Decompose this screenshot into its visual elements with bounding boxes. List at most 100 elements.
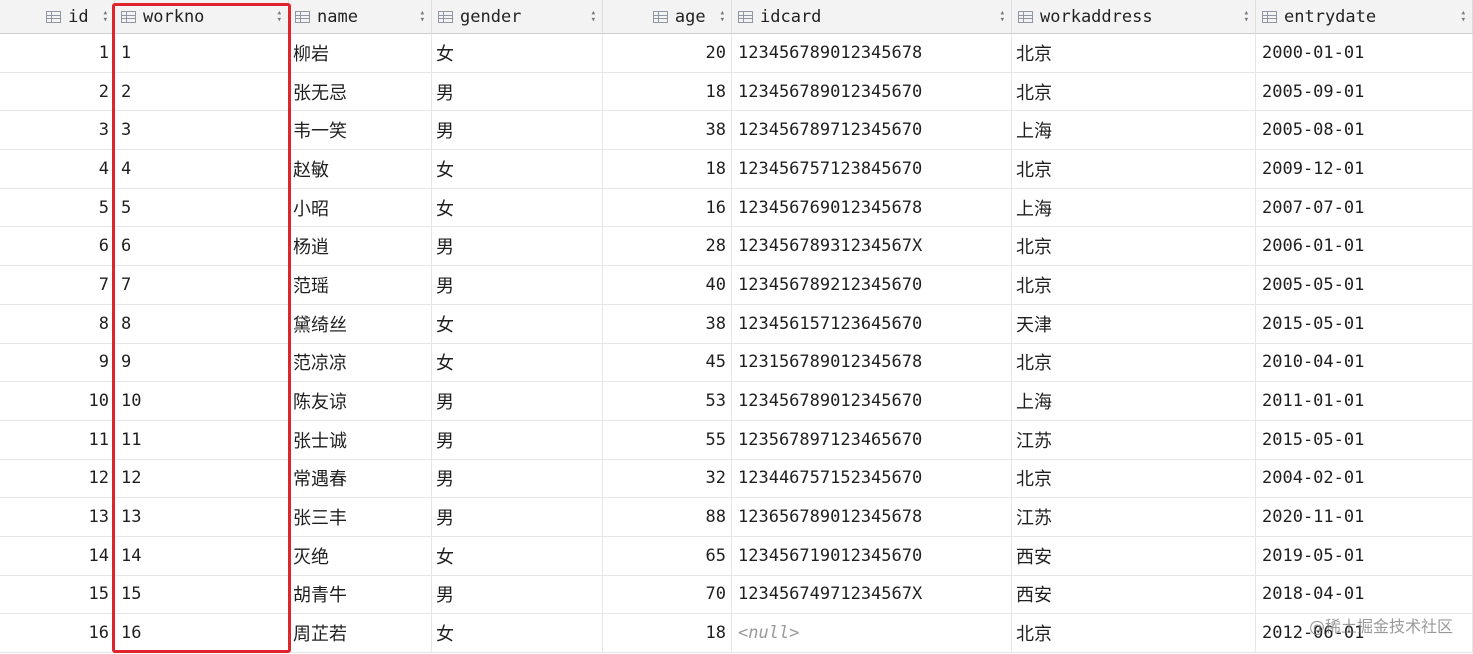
cell-id[interactable]: 3	[0, 111, 115, 151]
cell-id[interactable]: 7	[0, 266, 115, 305]
cell-entrydate[interactable]: 2005-05-01	[1256, 266, 1473, 305]
cell-gender[interactable]: 男	[432, 266, 603, 305]
cell-gender[interactable]: 男	[432, 227, 603, 267]
cell-id[interactable]: 8	[0, 304, 115, 344]
cell-id[interactable]: 4	[0, 150, 115, 189]
cell-workno[interactable]: 11	[115, 420, 289, 460]
cell-entrydate[interactable]: 2015-05-01	[1256, 420, 1473, 460]
cell-idcard[interactable]: 123656789012345678	[732, 498, 1012, 537]
cell-name[interactable]: 张三丰	[289, 498, 432, 537]
cell-gender[interactable]: 男	[432, 72, 603, 112]
cell-entrydate[interactable]: 2011-01-01	[1256, 382, 1473, 421]
cell-workno[interactable]: 13	[115, 498, 289, 537]
cell-idcard[interactable]: 123456719012345670	[732, 536, 1012, 576]
cell-name[interactable]: 小昭	[289, 188, 432, 228]
sort-arrows-icon[interactable]: ▴ ▾	[1455, 8, 1466, 24]
cell-name[interactable]: 周芷若	[289, 614, 432, 653]
cell-workno[interactable]: 10	[115, 382, 289, 421]
cell-idcard[interactable]: <null>	[732, 614, 1012, 653]
cell-name[interactable]: 赵敏	[289, 150, 432, 189]
cell-workno[interactable]: 12	[115, 459, 289, 499]
sort-arrows-icon[interactable]: ▴ ▾	[414, 8, 425, 24]
column-header-idcard[interactable]: idcard ▴ ▾	[732, 0, 1012, 34]
cell-name[interactable]: 范凉凉	[289, 343, 432, 383]
cell-idcard[interactable]: 123567897123465670	[732, 420, 1012, 460]
cell-entrydate[interactable]: 2009-12-01	[1256, 150, 1473, 189]
cell-id[interactable]: 2	[0, 72, 115, 112]
cell-entrydate[interactable]: 2005-08-01	[1256, 111, 1473, 151]
cell-idcard[interactable]: 12345678931234567X	[732, 227, 1012, 267]
cell-idcard[interactable]: 123456789012345670	[732, 382, 1012, 421]
cell-name[interactable]: 胡青牛	[289, 575, 432, 615]
cell-workaddress[interactable]: 上海	[1012, 382, 1256, 421]
cell-name[interactable]: 黛绮丝	[289, 304, 432, 344]
sort-arrows-icon[interactable]: ▴ ▾	[271, 8, 282, 24]
cell-age[interactable]: 18	[603, 72, 732, 112]
column-header-age[interactable]: age ▴ ▾	[603, 0, 732, 34]
column-header-id[interactable]: id ▴ ▾	[0, 0, 115, 34]
cell-age[interactable]: 38	[603, 111, 732, 151]
cell-workno[interactable]: 14	[115, 536, 289, 576]
cell-age[interactable]: 88	[603, 498, 732, 537]
cell-gender[interactable]: 女	[432, 304, 603, 344]
cell-entrydate[interactable]: 2020-11-01	[1256, 498, 1473, 537]
cell-id[interactable]: 6	[0, 227, 115, 267]
cell-workno[interactable]: 6	[115, 227, 289, 267]
cell-id[interactable]: 9	[0, 343, 115, 383]
column-header-entrydate[interactable]: entrydate ▴ ▾	[1256, 0, 1473, 34]
cell-name[interactable]: 范瑶	[289, 266, 432, 305]
cell-id[interactable]: 11	[0, 420, 115, 460]
cell-gender[interactable]: 男	[432, 111, 603, 151]
cell-workno[interactable]: 3	[115, 111, 289, 151]
cell-workaddress[interactable]: 北京	[1012, 343, 1256, 383]
cell-idcard[interactable]: 123446757152345670	[732, 459, 1012, 499]
cell-workaddress[interactable]: 上海	[1012, 188, 1256, 228]
cell-id[interactable]: 12	[0, 459, 115, 499]
cell-workaddress[interactable]: 江苏	[1012, 420, 1256, 460]
cell-id[interactable]: 10	[0, 382, 115, 421]
cell-id[interactable]: 14	[0, 536, 115, 576]
cell-age[interactable]: 28	[603, 227, 732, 267]
cell-age[interactable]: 18	[603, 150, 732, 189]
cell-workaddress[interactable]: 北京	[1012, 34, 1256, 73]
cell-workno[interactable]: 8	[115, 304, 289, 344]
cell-workno[interactable]: 9	[115, 343, 289, 383]
cell-name[interactable]: 陈友谅	[289, 382, 432, 421]
cell-idcard[interactable]: 123456789012345678	[732, 34, 1012, 73]
cell-gender[interactable]: 男	[432, 498, 603, 537]
cell-entrydate[interactable]: 2010-04-01	[1256, 343, 1473, 383]
cell-gender[interactable]: 男	[432, 575, 603, 615]
cell-workaddress[interactable]: 北京	[1012, 72, 1256, 112]
cell-entrydate[interactable]: 2018-04-01	[1256, 575, 1473, 615]
cell-workno[interactable]: 7	[115, 266, 289, 305]
cell-entrydate[interactable]: 2012-06-01	[1256, 614, 1473, 653]
cell-workaddress[interactable]: 北京	[1012, 266, 1256, 305]
cell-entrydate[interactable]: 2015-05-01	[1256, 304, 1473, 344]
cell-workaddress[interactable]: 北京	[1012, 150, 1256, 189]
cell-workaddress[interactable]: 西安	[1012, 575, 1256, 615]
cell-workno[interactable]: 1	[115, 34, 289, 73]
cell-age[interactable]: 38	[603, 304, 732, 344]
sort-arrows-icon[interactable]: ▴ ▾	[1238, 8, 1249, 24]
cell-idcard[interactable]: 123456157123645670	[732, 304, 1012, 344]
sort-arrows-icon[interactable]: ▴ ▾	[97, 8, 108, 24]
cell-idcard[interactable]: 123456789012345670	[732, 72, 1012, 112]
cell-idcard[interactable]: 123456789712345670	[732, 111, 1012, 151]
cell-idcard[interactable]: 123456757123845670	[732, 150, 1012, 189]
cell-entrydate[interactable]: 2005-09-01	[1256, 72, 1473, 112]
cell-age[interactable]: 55	[603, 420, 732, 460]
sort-arrows-icon[interactable]: ▴ ▾	[714, 8, 725, 24]
cell-gender[interactable]: 女	[432, 343, 603, 383]
cell-age[interactable]: 45	[603, 343, 732, 383]
cell-gender[interactable]: 男	[432, 459, 603, 499]
cell-age[interactable]: 16	[603, 188, 732, 228]
cell-age[interactable]: 53	[603, 382, 732, 421]
cell-workaddress[interactable]: 上海	[1012, 111, 1256, 151]
cell-gender[interactable]: 男	[432, 420, 603, 460]
cell-gender[interactable]: 女	[432, 150, 603, 189]
column-header-workaddress[interactable]: workaddress ▴ ▾	[1012, 0, 1256, 34]
cell-id[interactable]: 16	[0, 614, 115, 653]
cell-workaddress[interactable]: 江苏	[1012, 498, 1256, 537]
cell-workno[interactable]: 5	[115, 188, 289, 228]
cell-name[interactable]: 张无忌	[289, 72, 432, 112]
